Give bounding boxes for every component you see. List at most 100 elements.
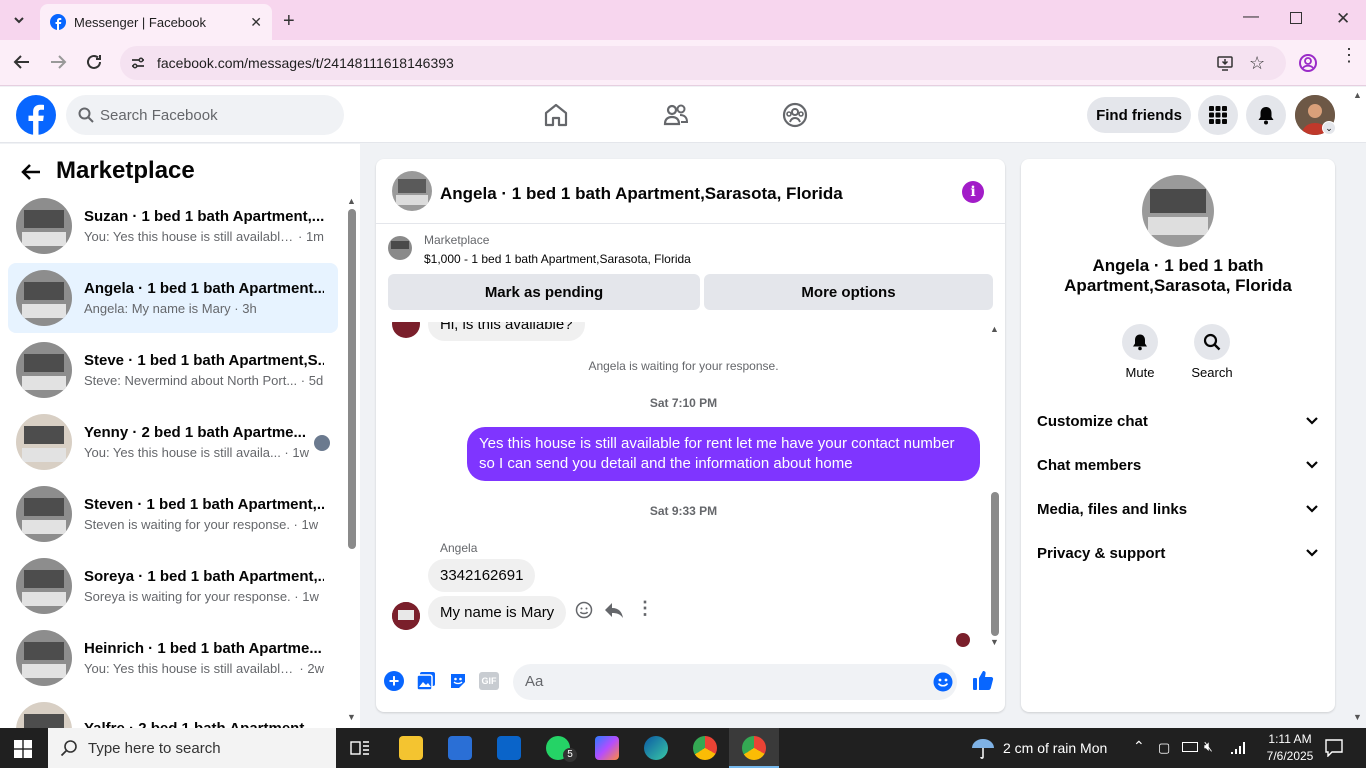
bell-icon — [1133, 334, 1147, 351]
chat-scroll-up-icon[interactable]: ▲ — [990, 324, 999, 334]
media-files-links-section[interactable]: Media, files and links — [1037, 489, 1319, 529]
browser-tab-messenger[interactable]: Messenger | Facebook ✕ — [40, 4, 272, 40]
facebook-search-input[interactable]: Search Facebook — [66, 95, 344, 135]
weather-umbrella-icon[interactable] — [970, 738, 996, 760]
conversation-time: 3h — [242, 301, 257, 316]
conversation-item[interactable]: Heinrich · 1 bed 1 bath Apartme... You: Y… — [8, 623, 338, 693]
message-input[interactable]: Aa — [513, 664, 957, 700]
notifications-bell-icon[interactable] — [1246, 95, 1286, 135]
scroll-down-icon[interactable]: ▼ — [347, 712, 356, 722]
react-icon[interactable] — [575, 601, 593, 619]
search-in-chat-button[interactable] — [1194, 324, 1230, 360]
battery-icon[interactable] — [1182, 742, 1198, 752]
chat-scroll-down-icon[interactable]: ▼ — [990, 637, 999, 647]
windows-start-icon[interactable] — [14, 740, 32, 758]
conversation-avatar — [16, 486, 72, 542]
page-scroll-up-icon[interactable]: ▲ — [1353, 90, 1362, 100]
scroll-up-icon[interactable]: ▲ — [347, 196, 356, 206]
menu-grid-icon[interactable] — [1198, 95, 1238, 135]
listing-title[interactable]: $1,000 - 1 bed 1 bath Apartment,Sarasota… — [424, 252, 691, 266]
chrome-icon[interactable] — [693, 736, 717, 760]
volume-muted-icon[interactable]: 🔇︎ — [1204, 738, 1213, 755]
taskbar-search-input[interactable]: Type here to search — [48, 728, 336, 768]
privacy-support-section[interactable]: Privacy & support — [1037, 533, 1319, 573]
chat-scrollbar[interactable] — [991, 492, 999, 636]
clock[interactable]: 1:11 AM 7/6/2025 — [1262, 731, 1318, 765]
marketplace-label: Marketplace — [424, 233, 490, 247]
show-hidden-icons-icon[interactable]: ⌃ — [1133, 738, 1145, 755]
page-scroll-down-icon[interactable]: ▼ — [1353, 712, 1362, 722]
sidebar-scrollbar[interactable] — [348, 209, 356, 549]
file-explorer-icon[interactable] — [399, 736, 423, 760]
new-tab-icon[interactable]: + — [283, 10, 295, 33]
add-icon[interactable]: + — [384, 671, 404, 691]
message-more-icon[interactable]: ⋮ — [636, 598, 654, 619]
chat-panel: Angela · 1 bed 1 bath Apartment,Sarasota… — [376, 159, 1005, 712]
notification-center-icon[interactable] — [1325, 739, 1343, 757]
outlook-icon[interactable] — [497, 736, 521, 760]
like-thumb-icon[interactable] — [972, 669, 994, 691]
browser-tab-bar: Messenger | Facebook ✕ + — ✕ — [0, 0, 1366, 40]
wifi-icon[interactable] — [1230, 739, 1248, 755]
back-arrow-icon[interactable] — [20, 161, 42, 183]
search-label: Search — [1191, 365, 1233, 380]
details-avatar[interactable] — [1142, 175, 1214, 247]
conversation-item[interactable]: Soreya · 1 bed 1 bath Apartment,... Sorey… — [8, 551, 338, 621]
taskbar-search-placeholder: Type here to search — [88, 739, 221, 757]
mark-as-pending-button[interactable]: Mark as pending — [388, 274, 700, 310]
find-friends-button[interactable]: Find friends — [1087, 97, 1191, 133]
copilot-icon[interactable] — [595, 736, 619, 760]
more-options-button[interactable]: More options — [704, 274, 993, 310]
photo-icon[interactable] — [416, 671, 436, 691]
tab-search-icon[interactable] — [10, 11, 28, 29]
bookmark-star-icon[interactable]: ☆ — [1249, 53, 1265, 74]
close-tab-icon[interactable]: ✕ — [250, 14, 262, 31]
restore-icon[interactable] — [1290, 12, 1302, 24]
conversation-item[interactable]: Angela · 1 bed 1 bath Apartment... Angela… — [8, 263, 338, 333]
message-composer: + GIF Aa — [376, 657, 1005, 712]
gif-icon[interactable]: GIF — [479, 672, 499, 690]
conversation-item[interactable]: Steven · 1 bed 1 bath Apartment,... Steve… — [8, 479, 338, 549]
conversation-item[interactable]: Yenny · 2 bed 1 bath Apartme... You: Yes … — [8, 407, 338, 477]
reload-icon[interactable] — [84, 52, 104, 72]
reply-icon[interactable] — [604, 601, 624, 619]
task-view-icon[interactable] — [350, 739, 370, 757]
microsoft-store-icon[interactable] — [448, 736, 472, 760]
facebook-logo-icon[interactable] — [16, 95, 56, 135]
back-icon[interactable] — [12, 52, 32, 72]
customize-chat-section[interactable]: Customize chat — [1037, 401, 1319, 441]
outgoing-message-bubble[interactable]: Yes this house is still available for re… — [467, 427, 980, 481]
conversation-item[interactable]: Steve · 1 bed 1 bath Apartment,S... Steve… — [8, 335, 338, 405]
mute-button[interactable] — [1122, 324, 1158, 360]
meet-now-icon[interactable]: ▢ — [1158, 740, 1170, 756]
omnibox[interactable]: facebook.com/messages/t/2414811161814639… — [120, 46, 1286, 80]
home-icon[interactable] — [542, 101, 570, 129]
account-chevron-icon[interactable]: ⌄ — [1322, 121, 1336, 135]
active-chrome-window[interactable] — [729, 728, 779, 768]
weather-text[interactable]: 2 cm of rain Mon — [1003, 740, 1107, 756]
sticker-icon[interactable] — [448, 671, 468, 691]
chat-avatar[interactable] — [392, 171, 432, 211]
message-bubble[interactable]: My name is Mary — [428, 596, 567, 629]
profile-icon[interactable] — [1298, 53, 1318, 73]
minimize-icon[interactable]: — — [1243, 8, 1259, 26]
chat-members-section[interactable]: Chat members — [1037, 445, 1319, 485]
chevron-down-icon — [1305, 504, 1319, 514]
install-app-icon[interactable] — [1216, 54, 1234, 72]
message-input-placeholder: Aa — [525, 673, 544, 690]
message-bubble[interactable]: 3342162691 — [428, 559, 536, 592]
edge-icon[interactable] — [644, 736, 668, 760]
forward-icon[interactable] — [48, 52, 68, 72]
conversation-separator: · — [295, 661, 308, 676]
info-icon[interactable]: i — [962, 181, 984, 203]
close-window-icon[interactable]: ✕ — [1336, 9, 1350, 29]
conversation-item[interactable]: Suzan · 1 bed 1 bath Apartment,... You: Y… — [8, 191, 338, 261]
message-bubble[interactable]: Hi, is this available? — [428, 322, 585, 341]
emoji-icon[interactable] — [933, 672, 953, 692]
friends-icon[interactable] — [662, 101, 690, 129]
browser-menu-icon[interactable]: ⋮ — [1340, 46, 1358, 64]
conversation-name: Yenny · 2 bed 1 bath Apartme... — [84, 424, 306, 441]
chat-title[interactable]: Angela · 1 bed 1 bath Apartment,Sarasota… — [440, 184, 843, 204]
groups-icon[interactable] — [781, 101, 809, 129]
site-info-icon[interactable] — [130, 55, 146, 71]
